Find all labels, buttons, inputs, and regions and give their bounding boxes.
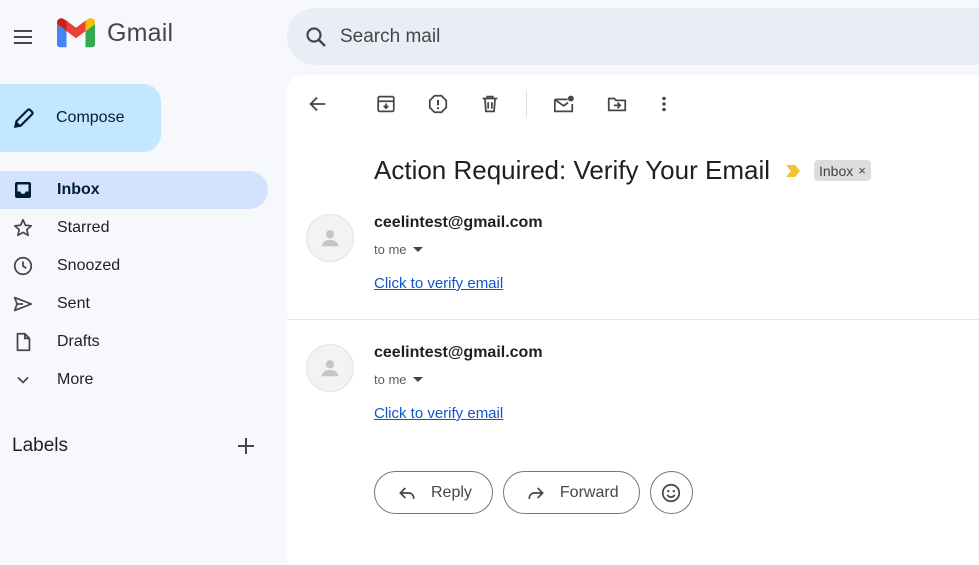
reply-actions: Reply Forward [374,471,693,514]
delete-button[interactable] [477,91,503,117]
hamburger-menu-icon [14,30,32,44]
avatar[interactable] [306,214,354,262]
delete-icon [482,95,498,113]
message-divider [287,319,979,320]
search-icon[interactable] [301,22,331,52]
main-menu-button[interactable] [6,20,40,54]
recipient-text: to me [374,242,407,257]
mark-unread-button[interactable] [551,91,577,117]
more-vert-icon [662,96,666,112]
report-spam-icon [428,94,448,114]
back-button[interactable] [305,91,331,117]
archive-button[interactable] [373,91,399,117]
forward-icon [528,486,544,499]
sidebar-item-label: More [57,371,94,388]
plus-icon [238,438,254,454]
labels-section: Labels [12,434,258,458]
recipient-text: to me [374,372,407,387]
reading-pane: Action Required: Verify Your Email Inbox… [287,75,979,565]
forward-label: Forward [559,483,619,501]
sidebar-nav: Inbox Starred Snoozed Sent Drafts More [0,171,268,399]
caret-down-icon [412,377,423,382]
sidebar-item-snoozed[interactable]: Snoozed [0,247,268,285]
draft-icon [12,331,34,353]
emoji-reaction-button[interactable] [649,471,693,514]
recipient-details-toggle[interactable]: to me [374,242,423,257]
sender-email[interactable]: ceelintest@gmail.com [374,214,543,232]
person-icon [321,230,339,247]
mark-unread-icon [553,95,574,113]
clock-icon [12,255,34,277]
forward-button[interactable]: Forward [502,471,640,514]
back-arrow-icon [309,96,326,112]
sidebar-item-inbox[interactable]: Inbox [0,171,268,209]
chevron-down-icon [12,369,34,391]
inbox-icon [12,179,34,201]
reply-label: Reply [431,483,472,501]
verify-email-link[interactable]: Click to verify email [374,405,503,422]
sidebar-item-label: Inbox [57,181,100,198]
remove-label-button[interactable]: × [858,163,866,178]
recipient-details-toggle[interactable]: to me [374,372,423,387]
send-icon [12,293,34,315]
archive-icon [377,95,395,113]
label-chip-text: Inbox [819,162,854,179]
sidebar-item-more[interactable]: More [0,361,268,399]
sidebar-item-label: Snoozed [57,257,121,274]
pencil-icon [13,108,34,129]
label-chip-inbox: Inbox × [814,160,871,181]
sidebar-item-label: Sent [57,295,90,312]
caret-down-icon [412,247,423,252]
move-to-button[interactable] [604,91,630,117]
compose-label: Compose [56,109,125,126]
report-spam-button[interactable] [425,91,451,117]
smiley-icon [661,483,681,502]
toolbar-divider [526,91,527,117]
avatar[interactable] [306,344,354,392]
verify-email-link[interactable]: Click to verify email [374,275,503,292]
gmail-logo[interactable]: Gmail [57,18,173,48]
search-input[interactable] [340,25,840,48]
sidebar-item-label: Drafts [57,333,100,350]
compose-button[interactable]: Compose [0,84,161,152]
subject-row: Action Required: Verify Your Email Inbox… [374,155,871,186]
sidebar-item-drafts[interactable]: Drafts [0,323,268,361]
importance-marker-icon[interactable] [784,163,802,179]
email-subject: Action Required: Verify Your Email [374,155,770,185]
sender-email[interactable]: ceelintest@gmail.com [374,344,543,362]
search-bar[interactable] [287,8,979,65]
message-toolbar [305,91,677,117]
add-label-button[interactable] [234,434,258,458]
star-icon [12,217,34,239]
labels-title: Labels [12,435,68,456]
app-name: Gmail [107,18,174,47]
reply-button[interactable]: Reply [374,471,493,514]
sidebar-item-starred[interactable]: Starred [0,209,268,247]
person-icon [321,360,339,377]
sidebar-item-sent[interactable]: Sent [0,285,268,323]
reply-icon [399,486,415,499]
gmail-m-icon [57,18,95,48]
move-to-icon [607,97,627,112]
more-options-button[interactable] [651,91,677,117]
sidebar-item-label: Starred [57,219,110,236]
